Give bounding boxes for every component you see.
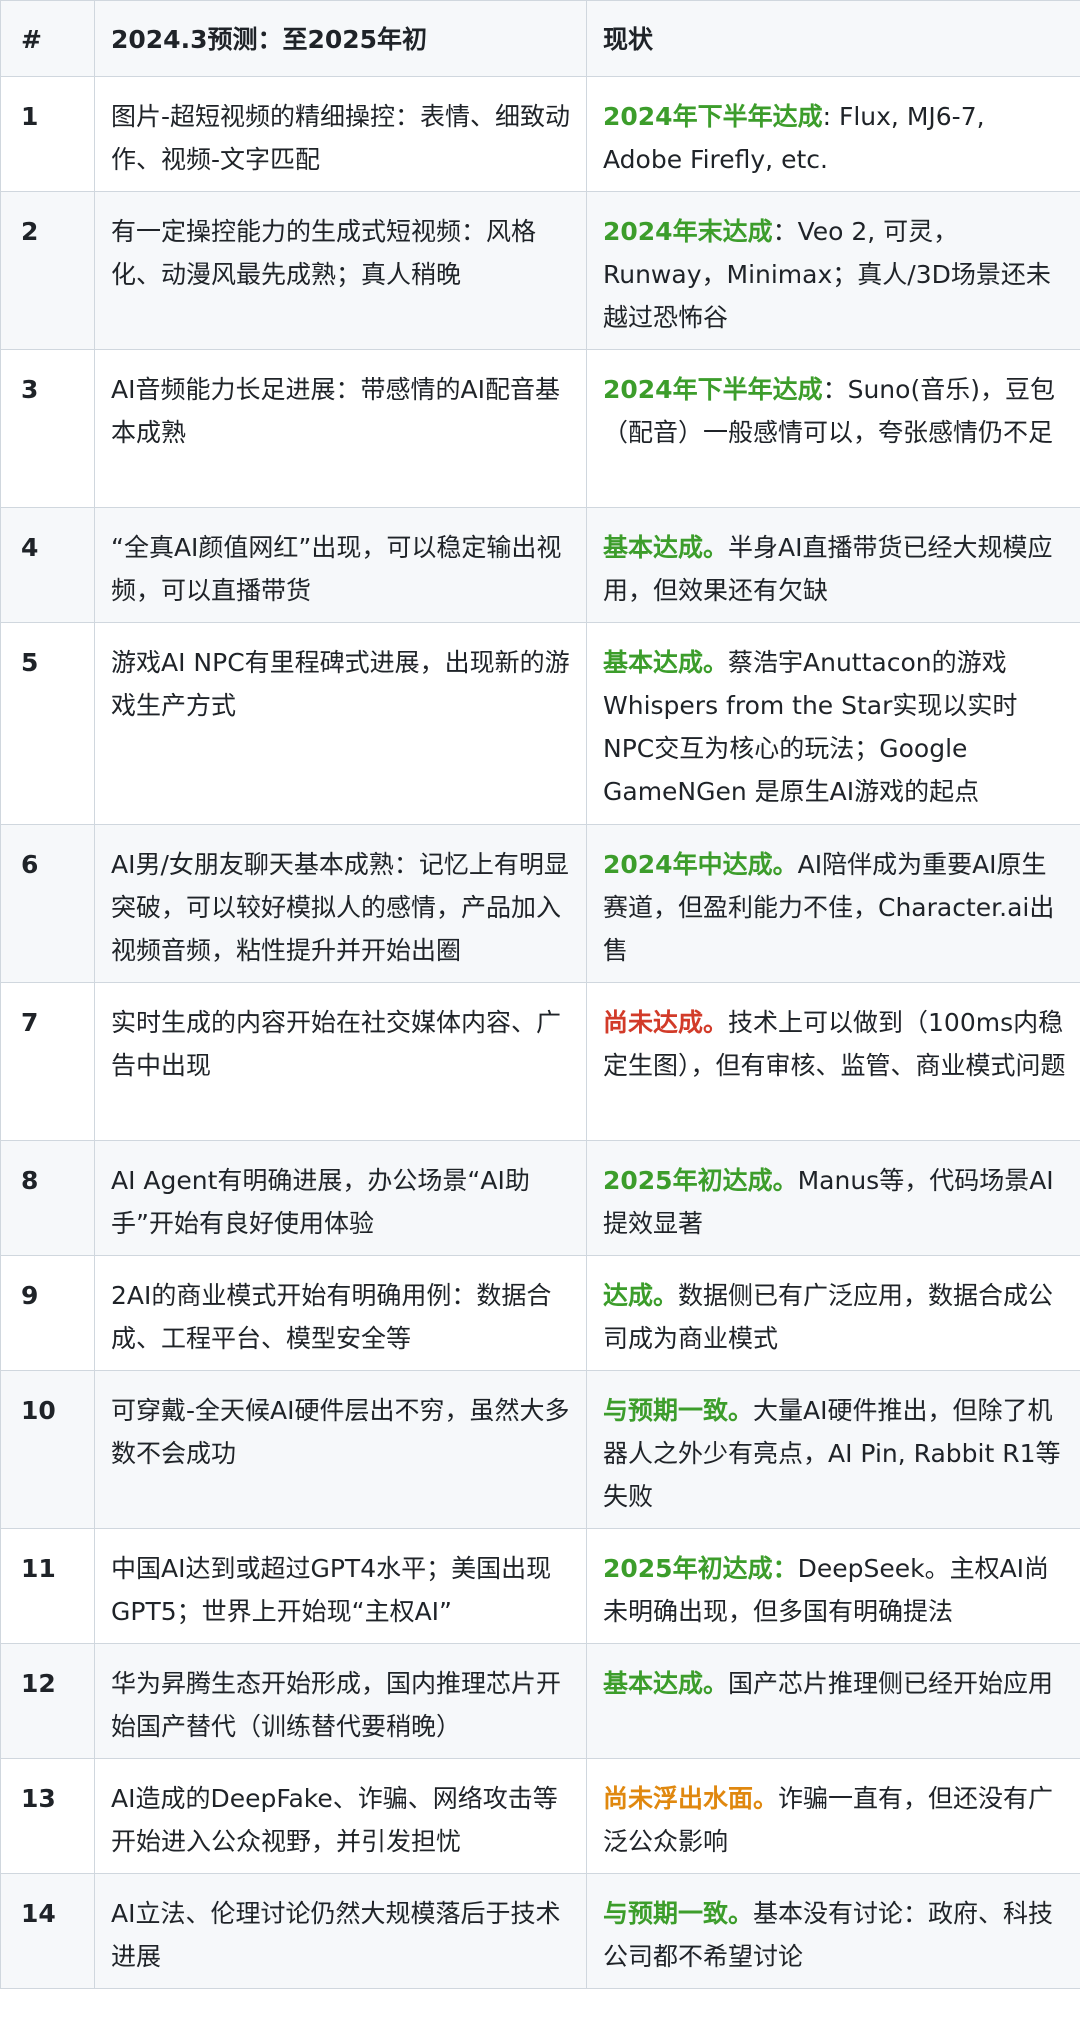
table-row: 4 “全真AI颜值网红”出现，可以稳定输出视频，可以直播带货 基本达成。半身AI… [0,507,1080,623]
row-status: 与预期一致。基本没有讨论：政府、科技公司都不希望讨论 [586,1873,1080,1989]
row-number: 13 [0,1758,95,1874]
status-tag: 与预期一致。 [603,1396,754,1425]
table-row: 10 可穿戴-全天候AI硬件层出不穷，虽然大多数不会成功 与预期一致。大量AI硬… [0,1370,1080,1529]
table-row: 13 AI造成的DeepFake、诈骗、网络攻击等开始进入公众视野，并引发担忧 … [0,1758,1080,1874]
row-status: 基本达成。国产芯片推理侧已经开始应用 [586,1643,1080,1759]
table-row: 3 AI音频能力长足进展：带感情的AI配音基本成熟 2024年下半年达成：Sun… [0,349,1080,508]
row-status: 2024年末达成：Veo 2, 可灵，Runway，Minimax；真人/3D场… [586,191,1080,350]
row-prediction: 中国AI达到或超过GPT4水平；美国出现GPT5；世界上开始现“主权AI” [94,1528,587,1644]
row-status: 2024年下半年达成: Flux, MJ6-7, Adobe Firefly, … [586,76,1080,192]
row-number: 12 [0,1643,95,1759]
row-number: 6 [0,824,95,983]
header-status: 现状 [586,0,1080,77]
table-row: 1 图片-超短视频的精细操控：表情、细致动作、视频-文字匹配 2024年下半年达… [0,76,1080,192]
row-number: 5 [0,622,95,825]
table-row: 14 AI立法、伦理讨论仍然大规模落后于技术进展 与预期一致。基本没有讨论：政府… [0,1873,1080,1989]
row-prediction: 游戏AI NPC有里程碑式进展，出现新的游戏生产方式 [94,622,587,825]
row-status: 尚未达成。技术上可以做到（100ms内稳定生图），但有审核、监管、商业模式问题 [586,982,1080,1141]
table-row: 9 2AI的商业模式开始有明确用例：数据合成、工程平台、模型安全等 达成。数据侧… [0,1255,1080,1371]
table-header-row: # 2024.3预测：至2025年初 现状 [0,0,1080,77]
header-num: # [0,0,95,77]
status-tag: 基本达成。 [603,1669,729,1698]
table-row: 11 中国AI达到或超过GPT4水平；美国出现GPT5；世界上开始现“主权AI”… [0,1528,1080,1644]
table-row: 5 游戏AI NPC有里程碑式进展，出现新的游戏生产方式 基本达成。蔡浩宇Anu… [0,622,1080,825]
row-number: 11 [0,1528,95,1644]
status-tag: 达成。 [603,1281,679,1310]
row-number: 14 [0,1873,95,1989]
status-tag: 2024年中达成。 [603,850,798,879]
status-tag: 尚未达成。 [603,1008,729,1037]
row-prediction: AI音频能力长足进展：带感情的AI配音基本成熟 [94,349,587,508]
row-prediction: 2AI的商业模式开始有明确用例：数据合成、工程平台、模型安全等 [94,1255,587,1371]
row-status: 与预期一致。大量AI硬件推出，但除了机器人之外少有亮点，AI Pin, Rabb… [586,1370,1080,1529]
row-status: 基本达成。蔡浩宇Anuttacon的游戏Whispers from the St… [586,622,1080,825]
row-status: 达成。数据侧已有广泛应用，数据合成公司成为商业模式 [586,1255,1080,1371]
row-prediction: 实时生成的内容开始在社交媒体内容、广告中出现 [94,982,587,1141]
status-tag: 基本达成。 [603,648,729,677]
row-prediction: 图片-超短视频的精细操控：表情、细致动作、视频-文字匹配 [94,76,587,192]
header-prediction: 2024.3预测：至2025年初 [94,0,587,77]
row-prediction: 可穿戴-全天候AI硬件层出不穷，虽然大多数不会成功 [94,1370,587,1529]
row-prediction: 有一定操控能力的生成式短视频：风格化、动漫风最先成熟；真人稍晚 [94,191,587,350]
table-row: 2 有一定操控能力的生成式短视频：风格化、动漫风最先成熟；真人稍晚 2024年末… [0,191,1080,350]
row-status: 2025年初达成：DeepSeek。主权AI尚未明确出现，但多国有明确提法 [586,1528,1080,1644]
row-status: 2025年初达成。Manus等，代码场景AI提效显著 [586,1140,1080,1256]
status-tag: 与预期一致。 [603,1899,754,1928]
status-tag: 2024年末达成 [603,217,773,246]
status-tag: 2025年初达成： [603,1554,798,1583]
status-tag: 2024年下半年达成 [603,102,823,131]
status-text: 国产芯片推理侧已经开始应用 [728,1669,1054,1698]
row-prediction: “全真AI颜值网红”出现，可以稳定输出视频，可以直播带货 [94,507,587,623]
row-number: 1 [0,76,95,192]
row-prediction: AI Agent有明确进展，办公场景“AI助手”开始有良好使用体验 [94,1140,587,1256]
row-prediction: AI男/女朋友聊天基本成熟：记忆上有明显突破，可以较好模拟人的感情，产品加入视频… [94,824,587,983]
row-status: 2024年下半年达成：Suno(音乐)，豆包（配音）一般感情可以，夸张感情仍不足 [586,349,1080,508]
status-tag: 尚未浮出水面。 [603,1784,779,1813]
table-row: 6 AI男/女朋友聊天基本成熟：记忆上有明显突破，可以较好模拟人的感情，产品加入… [0,824,1080,983]
predictions-table: # 2024.3预测：至2025年初 现状 1 图片-超短视频的精细操控：表情、… [0,0,1080,1989]
table-row: 8 AI Agent有明确进展，办公场景“AI助手”开始有良好使用体验 2025… [0,1140,1080,1256]
row-number: 8 [0,1140,95,1256]
table-row: 12 华为昇腾生态开始形成，国内推理芯片开始国产替代（训练替代要稍晚） 基本达成… [0,1643,1080,1759]
status-tag: 2025年初达成。 [603,1166,798,1195]
table-row: 7 实时生成的内容开始在社交媒体内容、广告中出现 尚未达成。技术上可以做到（10… [0,982,1080,1141]
row-status: 2024年中达成。AI陪伴成为重要AI原生赛道，但盈利能力不佳，Characte… [586,824,1080,983]
row-status: 基本达成。半身AI直播带货已经大规模应用，但效果还有欠缺 [586,507,1080,623]
row-number: 2 [0,191,95,350]
row-number: 7 [0,982,95,1141]
row-number: 10 [0,1370,95,1529]
status-tag: 2024年下半年达成 [603,375,823,404]
status-tag: 基本达成。 [603,533,729,562]
row-prediction: AI立法、伦理讨论仍然大规模落后于技术进展 [94,1873,587,1989]
row-number: 3 [0,349,95,508]
row-prediction: 华为昇腾生态开始形成，国内推理芯片开始国产替代（训练替代要稍晚） [94,1643,587,1759]
row-status: 尚未浮出水面。诈骗一直有，但还没有广泛公众影响 [586,1758,1080,1874]
row-number: 9 [0,1255,95,1371]
row-prediction: AI造成的DeepFake、诈骗、网络攻击等开始进入公众视野，并引发担忧 [94,1758,587,1874]
row-number: 4 [0,507,95,623]
